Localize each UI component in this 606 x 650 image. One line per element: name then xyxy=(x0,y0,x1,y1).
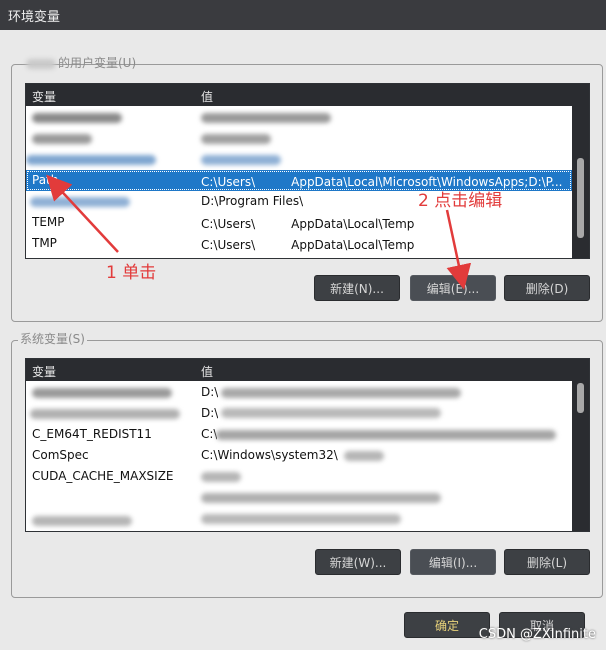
list-item[interactable] xyxy=(26,508,572,529)
scrollbar-thumb[interactable] xyxy=(577,158,584,238)
annotation-step1: 1 单击 xyxy=(106,263,157,283)
variable-value: D:\Program Files\ xyxy=(201,194,304,208)
user-variables-list[interactable]: 变量 值 Path C:\Users\ AppData\Local\Micros… xyxy=(25,83,590,259)
variable-value: D:\ xyxy=(201,385,219,399)
list-body: D:\ D:\ C_EM64T_REDIST11 C:\ ComSpec C:\… xyxy=(26,381,572,531)
variable-name: CUDA_CACHE_MAXSIZE xyxy=(32,469,174,483)
variable-name: C_EM64T_REDIST11 xyxy=(32,427,152,441)
variable-value: C:\ xyxy=(201,427,218,441)
annotation-step2: 2 点击编辑 xyxy=(418,191,503,211)
list-header: 变量 值 xyxy=(26,84,589,106)
column-header-value[interactable]: 值 xyxy=(201,363,213,380)
list-item[interactable] xyxy=(26,128,572,149)
column-header-value[interactable]: 值 xyxy=(201,88,213,105)
scrollbar-thumb[interactable] xyxy=(577,383,584,413)
list-item[interactable]: D:\ xyxy=(26,382,572,403)
vertical-scrollbar[interactable] xyxy=(572,106,589,258)
list-item[interactable] xyxy=(26,149,572,170)
list-header: 变量 值 xyxy=(26,359,589,381)
user-edit-button[interactable]: 编辑(E)... xyxy=(410,275,496,301)
user-delete-button[interactable]: 删除(D) xyxy=(504,275,590,301)
list-item[interactable]: ComSpec C:\Windows\system32\ xyxy=(26,445,572,466)
system-variables-list[interactable]: 变量 值 D:\ D:\ C_EM64T_REDIST11 C:\ ComSpe… xyxy=(25,358,590,532)
column-header-name[interactable]: 变量 xyxy=(32,363,56,380)
variable-name: ComSpec xyxy=(32,448,89,462)
list-item[interactable]: D:\ xyxy=(26,403,572,424)
ok-button[interactable]: 确定 xyxy=(404,612,490,638)
list-item[interactable]: CUDA_CACHE_MAXSIZE xyxy=(26,466,572,487)
list-item[interactable]: TEMP C:\Users\ AppData\Local\Temp xyxy=(26,212,572,233)
list-body: Path C:\Users\ AppData\Local\Microsoft\W… xyxy=(26,106,572,258)
system-delete-button[interactable]: 删除(L) xyxy=(504,549,590,575)
variable-value: C:\Windows\system32\ xyxy=(201,448,338,462)
window-title: 环境变量 xyxy=(8,10,61,25)
variable-value: D:\ xyxy=(201,406,219,420)
variable-name: TMP xyxy=(32,236,57,250)
list-item[interactable]: C_EM64T_REDIST11 C:\ xyxy=(26,424,572,445)
system-new-button[interactable]: 新建(W)... xyxy=(315,549,401,575)
variable-value: C:\Users\ AppData\Local\Temp xyxy=(201,238,415,252)
variable-value: C:\Users\ AppData\Local\Microsoft\Window… xyxy=(201,175,563,189)
variable-name: TEMP xyxy=(32,215,65,229)
list-item[interactable]: TMP C:\Users\ AppData\Local\Temp xyxy=(26,233,572,254)
variable-value: C:\Users\ AppData\Local\Temp xyxy=(201,217,415,231)
list-item[interactable] xyxy=(26,487,572,508)
watermark: CSDN @ZXInfinite xyxy=(478,627,596,642)
system-variables-label: 系统变量(S) xyxy=(18,332,87,346)
user-new-button[interactable]: 新建(N)... xyxy=(314,275,400,301)
column-header-name[interactable]: 变量 xyxy=(32,88,56,105)
title-bar: 环境变量 xyxy=(0,0,606,30)
variable-name: Path xyxy=(32,173,59,187)
vertical-scrollbar[interactable] xyxy=(572,381,589,531)
list-item[interactable] xyxy=(26,107,572,128)
system-edit-button[interactable]: 编辑(I)... xyxy=(410,549,496,575)
